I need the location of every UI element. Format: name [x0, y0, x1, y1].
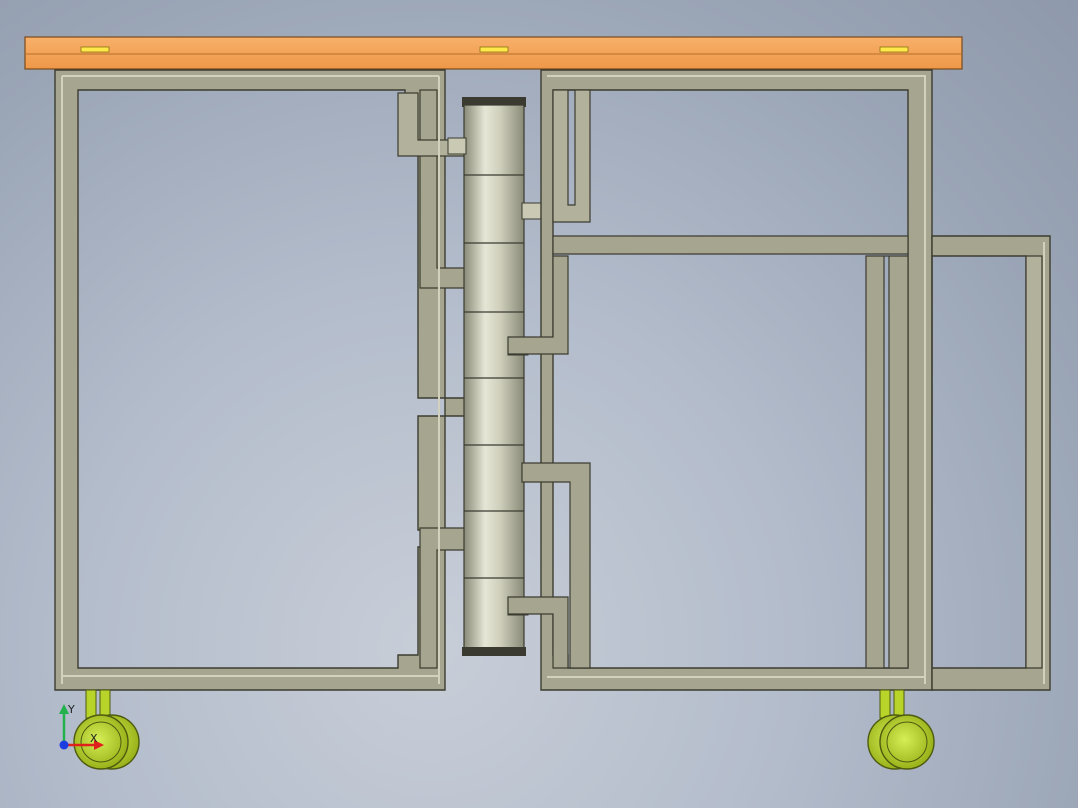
hinge-pin-tab-2 [521, 202, 543, 220]
top-plate-body [24, 36, 963, 70]
top-plate-slot-right [879, 46, 909, 53]
caster-right-stem-b [893, 689, 905, 719]
top-plate-slot-middle [479, 46, 509, 53]
hinge-barrel[interactable] [447, 97, 543, 656]
hinge-bottom-knurl [462, 647, 526, 656]
caster-left-stem-a [85, 689, 97, 719]
caster-left-wheel-front [73, 714, 129, 770]
top-plate[interactable] [24, 36, 963, 70]
top-plate-slot-left [80, 46, 110, 53]
caster-left[interactable] [73, 689, 140, 770]
caster-right[interactable] [867, 689, 935, 770]
triad-y-label: Y [67, 703, 75, 716]
caster-right-wheel-front [879, 714, 935, 770]
hinged-cart-frame-assembly[interactable]: Y X [0, 0, 1078, 808]
side-extension-frame[interactable] [931, 235, 1051, 691]
triad-z-axis [59, 740, 69, 750]
left-frame[interactable] [54, 69, 481, 691]
caster-left-stem-b [99, 689, 111, 719]
left-frame-tube [54, 69, 466, 691]
cad-viewport[interactable]: Y X [0, 0, 1078, 808]
triad-x-label: X [90, 732, 98, 745]
side-extension-inner-rail [1025, 255, 1043, 669]
hinge-pin-tab-1 [447, 137, 467, 155]
right-frame-middle-bar [552, 235, 909, 255]
right-frame[interactable] [507, 69, 933, 691]
right-frame-upper-bracket [552, 89, 591, 223]
caster-right-stem-a [879, 689, 891, 719]
right-frame-inner-post [865, 255, 909, 669]
